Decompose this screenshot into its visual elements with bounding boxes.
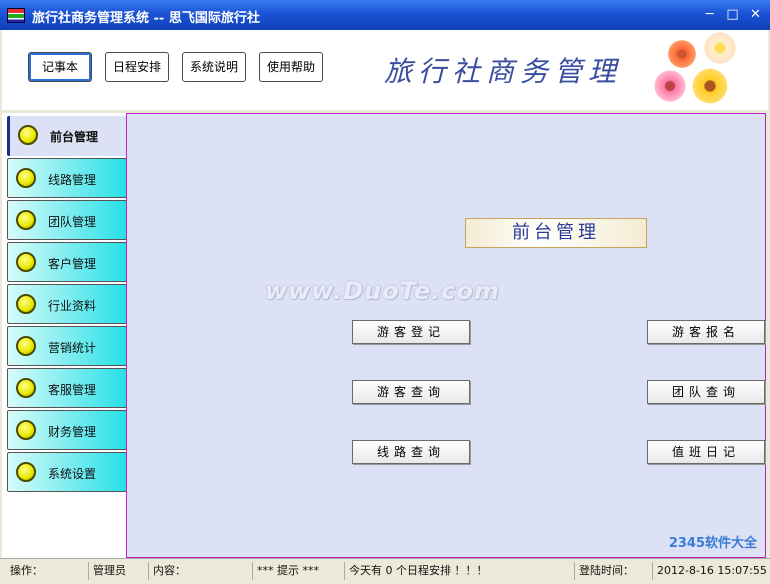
help-button[interactable]: 使用帮助 — [259, 52, 323, 82]
duty-log-button[interactable]: 值班日记 — [647, 440, 765, 464]
flower-decoration — [702, 30, 738, 66]
bullet-icon — [18, 125, 38, 145]
status-tip: *** 提示 *** — [252, 562, 342, 580]
title-bar: 旅行社商务管理系统 -- 思飞国际旅行社 ─ □ ✕ — [0, 0, 770, 30]
maximize-icon[interactable]: □ — [723, 5, 742, 24]
schedule-button[interactable]: 日程安排 — [105, 52, 169, 82]
sidebar-item-label: 前台管理 — [50, 130, 99, 144]
bullet-icon — [16, 378, 36, 398]
bullet-icon — [16, 168, 36, 188]
bullet-icon — [16, 420, 36, 440]
notepad-button[interactable]: 记事本 — [28, 52, 92, 82]
sidebar-item-service[interactable]: 客服管理 — [7, 368, 127, 408]
bullet-icon — [16, 462, 36, 482]
flower-decoration — [690, 66, 730, 106]
sidebar-item-label: 团队管理 — [48, 215, 97, 229]
toolbar: 记事本 日程安排 系统说明 使用帮助 旅行社商务管理 — [2, 30, 768, 110]
status-content-label: 内容： — [148, 562, 248, 580]
app-icon — [7, 8, 25, 23]
banner-title: 旅行社商务管理 — [384, 55, 623, 88]
sidebar-item-routes[interactable]: 线路管理 — [7, 158, 127, 198]
status-op-label: 操作： — [10, 564, 43, 577]
sidebar-item-marketing[interactable]: 营销统计 — [7, 326, 127, 366]
bullet-icon — [16, 294, 36, 314]
status-login-time: 2012-8-16 15:07:55 — [652, 562, 768, 580]
corner-logo: 2345软件大全 — [668, 536, 757, 551]
watermark: www.DuoTe.com — [265, 277, 500, 305]
sidebar-item-label: 系统设置 — [48, 467, 97, 481]
system-info-button[interactable]: 系统说明 — [182, 52, 246, 82]
team-query-button[interactable]: 团队查询 — [647, 380, 765, 404]
route-query-button[interactable]: 线路查询 — [352, 440, 470, 464]
flower-decoration — [652, 68, 688, 104]
bullet-icon — [16, 336, 36, 356]
sidebar-item-front-desk[interactable]: 前台管理 — [7, 116, 127, 156]
bullet-icon — [16, 252, 36, 272]
bullet-icon — [16, 210, 36, 230]
status-login-label: 登陆时间： — [574, 562, 650, 580]
sidebar-item-label: 行业资料 — [48, 299, 97, 313]
sidebar-item-customers[interactable]: 客户管理 — [7, 242, 127, 282]
sidebar-item-label: 财务管理 — [48, 425, 97, 439]
status-message: 今天有 0 个日程安排 ！！！ — [344, 562, 572, 580]
visitor-register-button[interactable]: 游客登记 — [352, 320, 470, 344]
sidebar: 前台管理 线路管理 团队管理 客户管理 行业资料 营销统计 客服管理 财务管理 … — [2, 113, 127, 558]
sidebar-item-industry[interactable]: 行业资料 — [7, 284, 127, 324]
visitor-query-button[interactable]: 游客查询 — [352, 380, 470, 404]
status-bar: 操作： 管理员 内容： *** 提示 *** 今天有 0 个日程安排 ！！！ 登… — [0, 558, 770, 584]
close-icon[interactable]: ✕ — [746, 5, 765, 24]
status-user: 管理员 — [88, 562, 146, 580]
section-title: 前台管理 — [465, 218, 647, 248]
sidebar-item-label: 营销统计 — [48, 341, 97, 355]
sidebar-item-teams[interactable]: 团队管理 — [7, 200, 127, 240]
sidebar-item-label: 客服管理 — [48, 383, 97, 397]
minimize-icon[interactable]: ─ — [700, 5, 719, 24]
window-title: 旅行社商务管理系统 -- 思飞国际旅行社 — [32, 11, 260, 26]
flower-decoration — [666, 38, 698, 70]
sidebar-item-label: 客户管理 — [48, 257, 97, 271]
sidebar-item-label: 线路管理 — [48, 173, 97, 187]
sidebar-item-finance[interactable]: 财务管理 — [7, 410, 127, 450]
sidebar-item-settings[interactable]: 系统设置 — [7, 452, 127, 492]
main-panel: 前台管理 www.DuoTe.com 游客登记 游客查询 线路查询 游客报名 团… — [126, 113, 766, 558]
visitor-signup-button[interactable]: 游客报名 — [647, 320, 765, 344]
